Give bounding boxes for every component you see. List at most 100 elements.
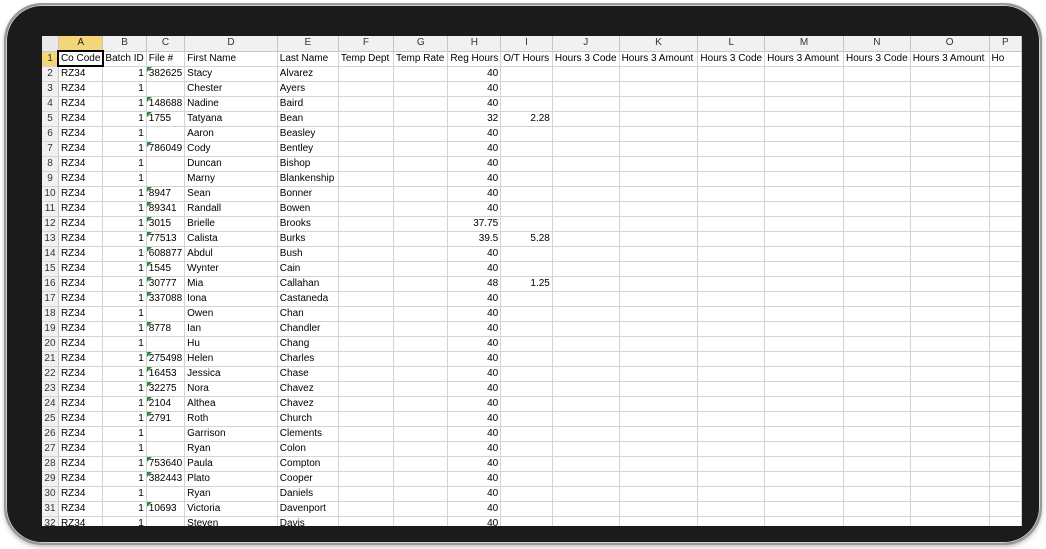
cell[interactable] [910,276,990,292]
cell[interactable] [910,201,990,217]
header-cell[interactable]: File # [146,51,186,67]
cell[interactable] [910,381,990,397]
header-cell[interactable]: Hours 3 Amount [910,51,990,67]
cell[interactable] [764,66,844,82]
cell[interactable] [500,501,553,517]
cell[interactable]: Plato [184,471,278,487]
cell[interactable] [843,411,911,427]
cell[interactable] [910,516,990,526]
cell[interactable]: 8947 [146,186,186,202]
cell[interactable]: Bentley [277,141,339,157]
cell[interactable] [393,456,449,472]
cell[interactable] [619,141,699,157]
cell[interactable] [910,336,990,352]
cell[interactable] [989,396,1022,412]
row-header[interactable]: 11 [42,201,59,217]
cell[interactable] [338,81,395,97]
cell[interactable] [393,426,449,442]
cell[interactable] [393,441,449,457]
cell[interactable] [697,306,766,322]
cell[interactable] [697,321,766,337]
cell[interactable]: 77513 [146,231,186,247]
cell[interactable]: RZ34 [58,456,104,472]
cell[interactable] [619,501,699,517]
row-header[interactable]: 6 [42,126,59,142]
cell[interactable] [552,66,620,82]
cell[interactable]: Chavez [277,396,339,412]
cell[interactable] [764,411,844,427]
cell[interactable] [552,231,620,247]
cell[interactable] [619,411,699,427]
cell[interactable]: RZ34 [58,66,104,82]
cell[interactable] [843,306,911,322]
cell[interactable]: RZ34 [58,96,104,112]
cell[interactable]: Bonner [277,186,339,202]
cell[interactable] [338,276,395,292]
cell[interactable]: RZ34 [58,141,104,157]
row-header[interactable]: 14 [42,246,59,262]
cell[interactable] [697,231,766,247]
cell[interactable] [552,291,620,307]
row-header[interactable]: 23 [42,381,59,397]
cell[interactable] [697,156,766,172]
cell[interactable] [910,456,990,472]
cell[interactable] [989,351,1022,367]
column-header-h[interactable]: H [447,36,502,52]
cell[interactable] [393,336,449,352]
cell[interactable] [146,486,186,502]
cell[interactable] [146,336,186,352]
cell[interactable]: 40 [447,291,502,307]
cell[interactable]: 1 [102,246,147,262]
cell[interactable] [146,516,186,526]
cell[interactable]: Bowen [277,201,339,217]
cell[interactable] [552,261,620,277]
cell[interactable]: 1 [102,276,147,292]
cell[interactable]: 40 [447,306,502,322]
cell[interactable] [843,486,911,502]
cell[interactable] [843,426,911,442]
cell[interactable] [619,66,699,82]
cell[interactable]: 1755 [146,111,186,127]
cell[interactable] [552,381,620,397]
cell[interactable] [843,336,911,352]
cell[interactable] [764,246,844,262]
cell[interactable] [843,231,911,247]
cell[interactable] [843,351,911,367]
cell[interactable] [989,141,1022,157]
cell[interactable] [500,126,553,142]
cell[interactable]: 40 [447,246,502,262]
cell[interactable]: Sean [184,186,278,202]
cell[interactable] [338,96,395,112]
cell[interactable]: 16453 [146,366,186,382]
cell[interactable] [910,81,990,97]
cell[interactable]: 1 [102,336,147,352]
cell[interactable] [146,306,186,322]
cell[interactable] [619,261,699,277]
cell[interactable]: Calista [184,231,278,247]
cell[interactable] [338,516,395,526]
cell[interactable]: Cain [277,261,339,277]
cell[interactable] [500,96,553,112]
row-header[interactable]: 1 [42,51,59,67]
cell[interactable] [393,96,449,112]
cell[interactable] [552,411,620,427]
cell[interactable]: 1 [102,321,147,337]
cell[interactable] [552,141,620,157]
cell[interactable] [910,171,990,187]
cell[interactable] [764,276,844,292]
cell[interactable]: Abdul [184,246,278,262]
cell[interactable] [843,456,911,472]
cell[interactable]: 1 [102,291,147,307]
cell[interactable] [764,306,844,322]
cell[interactable] [989,156,1022,172]
cell[interactable]: RZ34 [58,486,104,502]
cell[interactable] [146,126,186,142]
cell[interactable] [393,516,449,526]
cell[interactable] [697,201,766,217]
cell[interactable]: 1 [102,141,147,157]
cell[interactable] [697,171,766,187]
cell[interactable] [843,441,911,457]
cell[interactable] [500,441,553,457]
header-cell[interactable]: Ho [989,51,1022,67]
row-header[interactable]: 27 [42,441,59,457]
